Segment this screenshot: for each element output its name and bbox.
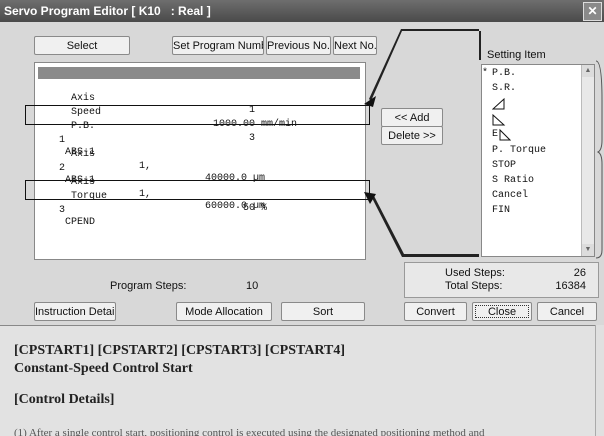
scroll-down-icon[interactable]: ▼ xyxy=(582,244,594,256)
setting-item-e[interactable]: E xyxy=(492,129,498,141)
arc-ccw-icon[interactable] xyxy=(492,113,506,127)
instruction-help-panel: [CPSTART1] [CPSTART2] [CPSTART3] [CPSTAR… xyxy=(0,325,595,436)
setting-item[interactable]: S Ratio xyxy=(492,175,534,187)
used-steps-value: 26 xyxy=(573,267,586,279)
close-button[interactable]: Close xyxy=(472,302,532,321)
doc-heading-instructions: [CPSTART1] [CPSTART2] [CPSTART3] [CPSTAR… xyxy=(14,343,346,358)
setting-item[interactable]: P.B. xyxy=(492,68,516,80)
setting-item[interactable]: P. Torque xyxy=(492,145,546,157)
sort-button[interactable]: Sort xyxy=(281,302,365,321)
setting-item-list[interactable]: * P.B. S.R. E P. Torque STOP S Ratio Can… xyxy=(481,64,595,257)
cancel-button[interactable]: Cancel xyxy=(537,302,597,321)
setting-item[interactable]: STOP xyxy=(492,160,516,172)
setting-item[interactable]: FIN xyxy=(492,205,510,217)
program-steps-label: Program Steps: xyxy=(110,280,187,292)
arc-cw-icon[interactable] xyxy=(492,97,506,111)
total-steps-label: Total Steps: xyxy=(445,280,503,292)
setting-item[interactable]: Cancel xyxy=(492,190,528,202)
doc-heading-control-details: [Control Details] xyxy=(14,392,115,407)
program-steps-value: 10 xyxy=(246,280,259,292)
mode-allocation-button[interactable]: Mode Allocation xyxy=(176,302,272,321)
selected-marker: * xyxy=(482,68,489,79)
add-button[interactable]: << Add xyxy=(381,108,443,127)
setting-item-e-label: E xyxy=(492,129,499,140)
servo-program-editor-window: Servo Program Editor [ K10 : Real ] ✕ Se… xyxy=(0,0,604,436)
instruction-details-button[interactable]: Instruction Details xyxy=(34,302,116,321)
help-panel-scrollbar[interactable] xyxy=(595,325,604,436)
used-steps-label: Used Steps: xyxy=(445,267,505,279)
delete-button[interactable]: Delete >> xyxy=(381,126,443,145)
total-steps-value: 16384 xyxy=(555,280,586,292)
steps-summary: Used Steps: 26 Total Steps: 16384 xyxy=(404,262,599,298)
doc-heading-title: Constant-Speed Control Start xyxy=(14,361,193,376)
setting-item-title: Setting Item xyxy=(485,49,548,61)
arc-end-icon xyxy=(499,128,511,141)
setting-list-scrollbar[interactable]: ▲ ▼ xyxy=(581,65,594,256)
setting-item[interactable]: S.R. xyxy=(492,83,516,95)
doc-body-text: (1) After a single control start, positi… xyxy=(14,427,485,436)
scroll-up-icon[interactable]: ▲ xyxy=(582,65,594,77)
convert-button[interactable]: Convert xyxy=(404,302,467,321)
